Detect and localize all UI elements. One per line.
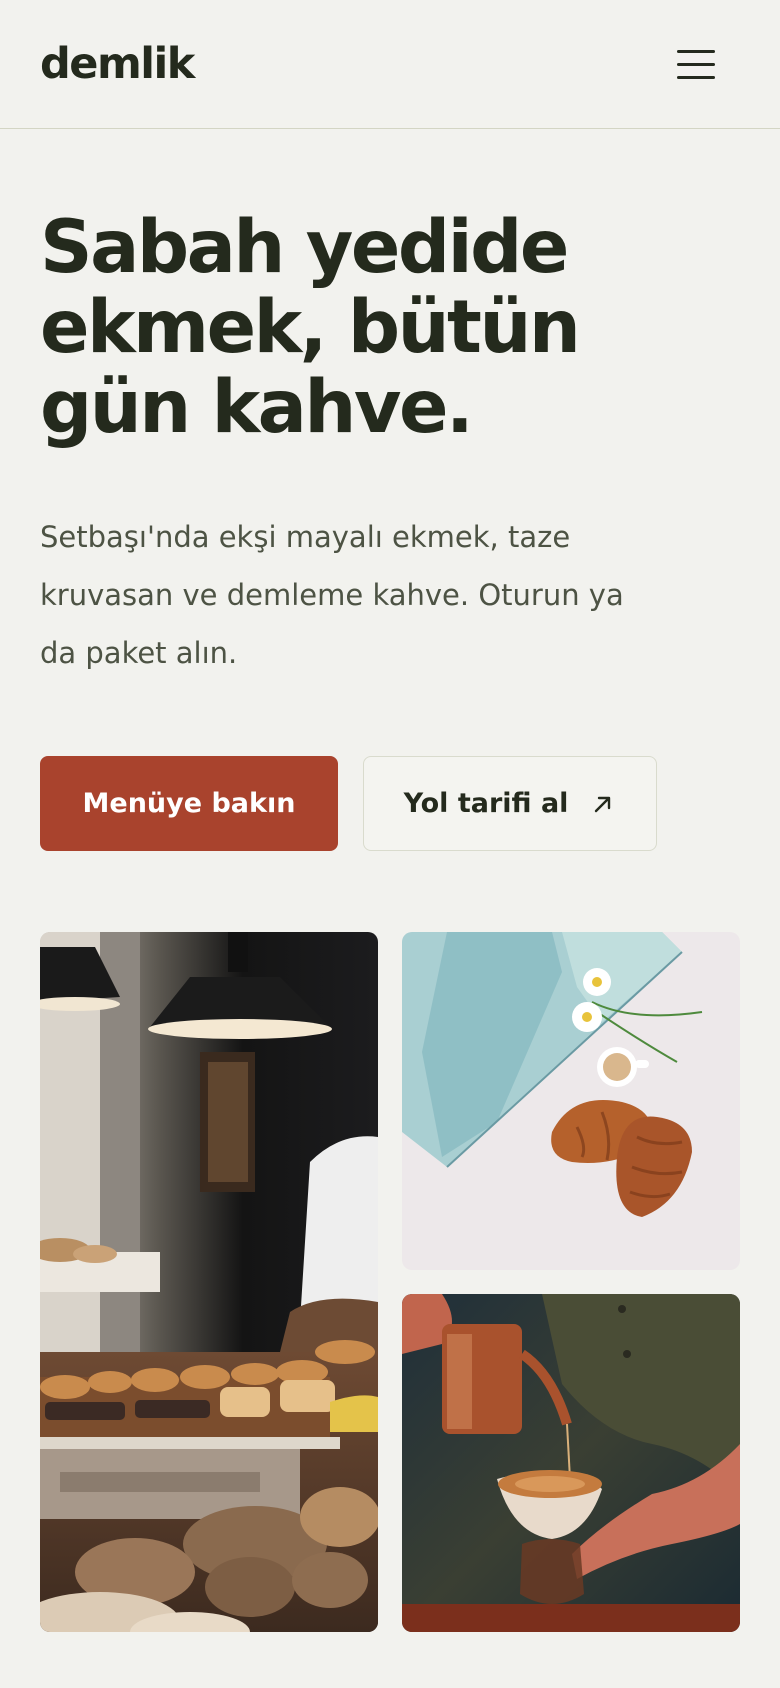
hero-description-line: da paket alın.: [40, 636, 238, 670]
hero-title: Sabah yedide ekmek, bütün gün kahve.: [40, 208, 740, 448]
site-header: demlik: [0, 0, 780, 129]
hero-description-line: Setbaşı'nda ekşi mayalı ekmek, taze: [40, 520, 571, 554]
hero-description-line: kruvasan ve demleme kahve. Oturun ya: [40, 578, 624, 612]
view-menu-button-label: Menüye bakın: [82, 788, 296, 819]
hero-description: Setbaşı'nda ekşi mayalı ekmek, taze kruv…: [40, 508, 740, 682]
logo[interactable]: demlik: [40, 34, 195, 94]
view-menu-button[interactable]: Menüye bakın: [40, 756, 338, 851]
croissant-coffee-photo: [402, 932, 740, 1270]
hero-title-line: ekmek, bütün: [40, 285, 581, 370]
arrow-up-right-icon: [590, 791, 616, 817]
hero-title-line: Sabah yedide: [40, 205, 569, 290]
pour-over-coffee-photo: [402, 1294, 740, 1632]
bakery-counter-photo: [40, 932, 378, 1632]
get-directions-button[interactable]: Yol tarifi al: [363, 756, 657, 851]
hero-title-line: gün kahve.: [40, 365, 474, 450]
hamburger-menu-icon[interactable]: [672, 44, 720, 84]
get-directions-button-label: Yol tarifi al: [403, 788, 569, 819]
